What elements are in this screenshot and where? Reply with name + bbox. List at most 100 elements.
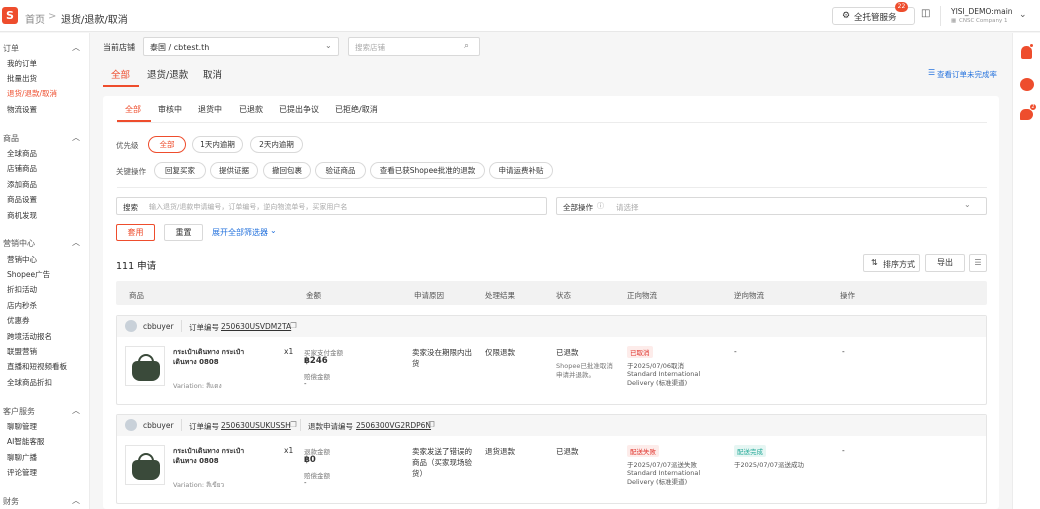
avatar bbox=[125, 320, 137, 332]
subtab-returning[interactable]: 退货中 bbox=[198, 104, 222, 115]
action-view-approved[interactable]: 查看已获Shopee批准的退款 bbox=[370, 162, 485, 179]
sidebar-item-live-video[interactable]: 直播和短视频看板 bbox=[7, 361, 67, 372]
search-placeholder: 输入退货/退款申请编号，订单编号，逆向物流单号，买家用户名 bbox=[149, 203, 348, 211]
subtab-all[interactable]: 全部 bbox=[125, 104, 141, 115]
order-number-link[interactable]: 250630USVDM2TA bbox=[221, 322, 291, 331]
chevron-up-icon[interactable]: ︿ bbox=[72, 405, 80, 416]
chevron-up-icon[interactable]: ︿ bbox=[72, 495, 80, 506]
forward-status-badge: 配送失败 bbox=[627, 445, 659, 457]
sidebar-section-marketing[interactable]: 营销中心 bbox=[3, 238, 35, 249]
row-action[interactable]: - bbox=[842, 347, 845, 356]
subtab-rejected[interactable]: 已拒绝/取消 bbox=[335, 104, 378, 115]
store-search-input[interactable]: 搜索店铺 ⌕ bbox=[348, 37, 480, 56]
action-withdraw-package[interactable]: 撤回包裹 bbox=[263, 162, 311, 179]
action-shipping-subsidy[interactable]: 申请运费补贴 bbox=[489, 162, 553, 179]
sidebar-item-returns[interactable]: 退货/退款/取消 bbox=[7, 88, 57, 99]
export-button[interactable]: 导出 bbox=[925, 254, 965, 272]
col-reverse-logistics: 逆向物流 bbox=[734, 291, 764, 300]
row-action[interactable]: - bbox=[842, 446, 845, 455]
sidebar-item-add-product[interactable]: 添加商品 bbox=[7, 179, 37, 190]
copy-icon[interactable]: ❐ bbox=[290, 321, 297, 330]
sort-label: 排序方式 bbox=[883, 260, 915, 269]
compensation-label: 赔偿金额 bbox=[304, 373, 330, 381]
sidebar-item-campaigns[interactable]: 跨境活动报名 bbox=[7, 331, 52, 342]
buyer-name[interactable]: cbbuyer bbox=[143, 322, 174, 331]
divider bbox=[117, 187, 987, 188]
sidebar-item-marketing-center[interactable]: 营销中心 bbox=[7, 254, 37, 265]
chevron-up-icon[interactable]: ︿ bbox=[72, 237, 80, 248]
sidebar-item-chat[interactable]: 聊聊管理 bbox=[7, 421, 37, 432]
return-label: 退款申请编号 bbox=[308, 422, 353, 431]
sidebar-item-product-settings[interactable]: 商品设置 bbox=[7, 194, 37, 205]
sidebar-item-my-orders[interactable]: 我的订单 bbox=[7, 58, 37, 69]
sidebar-item-opportunity[interactable]: 商机发现 bbox=[7, 210, 37, 221]
sidebar-item-broadcast[interactable]: 聊聊广播 bbox=[7, 452, 37, 463]
store-select[interactable]: 泰国 / cbtest.th ⌄ bbox=[143, 37, 339, 56]
tab-cancel[interactable]: 取消 bbox=[203, 67, 222, 81]
sidebar-section-service[interactable]: 客户服务 bbox=[3, 406, 35, 417]
product-name[interactable]: กระเป๋าเดินทาง กระเป๋าเดินทาง 0808 bbox=[173, 446, 245, 466]
sidebar-item-shop-products[interactable]: 店铺商品 bbox=[7, 163, 37, 174]
subtab-reviewing[interactable]: 审核中 bbox=[158, 104, 182, 115]
copy-icon[interactable]: ❐ bbox=[428, 420, 435, 429]
buyer-name[interactable]: cbbuyer bbox=[143, 421, 174, 430]
tab-return-refund[interactable]: 退货/退款 bbox=[147, 67, 188, 81]
list-view-icon[interactable]: ☰ bbox=[969, 254, 987, 272]
sidebar-item-discount[interactable]: 折扣活动 bbox=[7, 284, 37, 295]
operations-label: 全部操作 bbox=[563, 203, 593, 212]
priority-2day-chip[interactable]: 2天内逾期 bbox=[250, 136, 303, 153]
sidebar-item-vouchers[interactable]: 优惠券 bbox=[7, 315, 30, 326]
reverse-status-badge: 配送完成 bbox=[734, 445, 766, 457]
tab-all[interactable]: 全部 bbox=[111, 67, 130, 81]
sidebar-item-affiliate[interactable]: 联盟营销 bbox=[7, 346, 37, 357]
forward-carrier: Standard International Delivery (标准渠道) bbox=[627, 469, 701, 486]
sidebar-item-reviews[interactable]: 评论管理 bbox=[7, 467, 37, 478]
product-image bbox=[125, 445, 165, 485]
shopee-logo[interactable]: S bbox=[2, 7, 18, 24]
panel-toggle-icon[interactable]: ◫ bbox=[921, 8, 930, 19]
priority-1day-chip[interactable]: 1天内逾期 bbox=[192, 136, 243, 153]
user-name[interactable]: YISI_DEMO:main bbox=[951, 7, 1013, 16]
priority-all-chip[interactable]: 全部 bbox=[148, 136, 186, 153]
copy-icon[interactable]: ❐ bbox=[290, 420, 297, 429]
right-toolbar: 2 bbox=[1012, 33, 1040, 509]
action-reply-buyer[interactable]: 回复买家 bbox=[154, 162, 206, 179]
sidebar-item-flash-sale[interactable]: 店内秒杀 bbox=[7, 300, 37, 311]
sidebar-item-logistics[interactable]: 物流设置 bbox=[7, 104, 37, 115]
view-rate-link[interactable]: 查看订单未完成率 bbox=[937, 69, 997, 80]
sidebar-section-orders[interactable]: 订单 bbox=[3, 43, 19, 54]
store-search-placeholder: 搜索店铺 bbox=[355, 43, 385, 52]
chevron-down-icon[interactable]: ⌄ bbox=[270, 226, 277, 235]
support-icon[interactable] bbox=[1020, 78, 1034, 91]
sidebar-item-global-products[interactable]: 全球商品 bbox=[7, 148, 37, 159]
return-number-link[interactable]: 2506300VG2RDP6N bbox=[356, 421, 431, 430]
sidebar-item-bulk-ship[interactable]: 批量出货 bbox=[7, 73, 37, 84]
breadcrumb-current: 退货/退款/取消 bbox=[61, 15, 128, 26]
sidebar-item-ai-service[interactable]: AI智能客服 bbox=[7, 436, 44, 447]
subtab-disputed[interactable]: 已提出争议 bbox=[279, 104, 319, 115]
reset-button[interactable]: 重置 bbox=[164, 224, 203, 241]
chevron-up-icon[interactable]: ︿ bbox=[72, 42, 80, 53]
amount-value: ฿246 bbox=[304, 356, 328, 366]
divider bbox=[181, 419, 182, 431]
list-icon[interactable]: ☰ bbox=[928, 68, 935, 77]
apply-button[interactable]: 套用 bbox=[116, 224, 155, 241]
order-number-link[interactable]: 250630USUKUSSH bbox=[221, 421, 291, 430]
reason-text: 卖家发送了错误的商品（买家现场验货） bbox=[412, 447, 472, 478]
sidebar-item-global-discount[interactable]: 全球商品折扣 bbox=[7, 377, 52, 388]
expand-filters-link[interactable]: 展开全部筛选器 bbox=[212, 227, 268, 238]
sidebar-section-finance[interactable]: 财务 bbox=[3, 496, 19, 507]
sidebar-section-products[interactable]: 商品 bbox=[3, 133, 19, 144]
chevron-down-icon[interactable]: ⌄ bbox=[1019, 10, 1027, 20]
subtab-refunded[interactable]: 已退款 bbox=[239, 104, 263, 115]
chevron-up-icon[interactable]: ︿ bbox=[72, 132, 80, 143]
action-verify-product[interactable]: 验证商品 bbox=[315, 162, 366, 179]
operations-select[interactable]: 全部操作 ⓘ 请选择 ⌄ bbox=[556, 197, 987, 215]
sidebar-item-shopee-ads[interactable]: Shopee广告 bbox=[7, 269, 50, 280]
action-provide-evidence[interactable]: 提供证据 bbox=[210, 162, 258, 179]
product-variation: Variation: สีเขียว bbox=[173, 481, 225, 489]
search-input[interactable]: 搜索 输入退货/退款申请编号，订单编号，逆向物流单号，买家用户名 bbox=[116, 197, 547, 215]
breadcrumb-home[interactable]: 首页 bbox=[25, 11, 45, 26]
product-name[interactable]: กระเป๋าเดินทาง กระเป๋าเดินทาง 0808 bbox=[173, 347, 245, 367]
sort-button[interactable]: ⇅ 排序方式 bbox=[863, 254, 920, 272]
